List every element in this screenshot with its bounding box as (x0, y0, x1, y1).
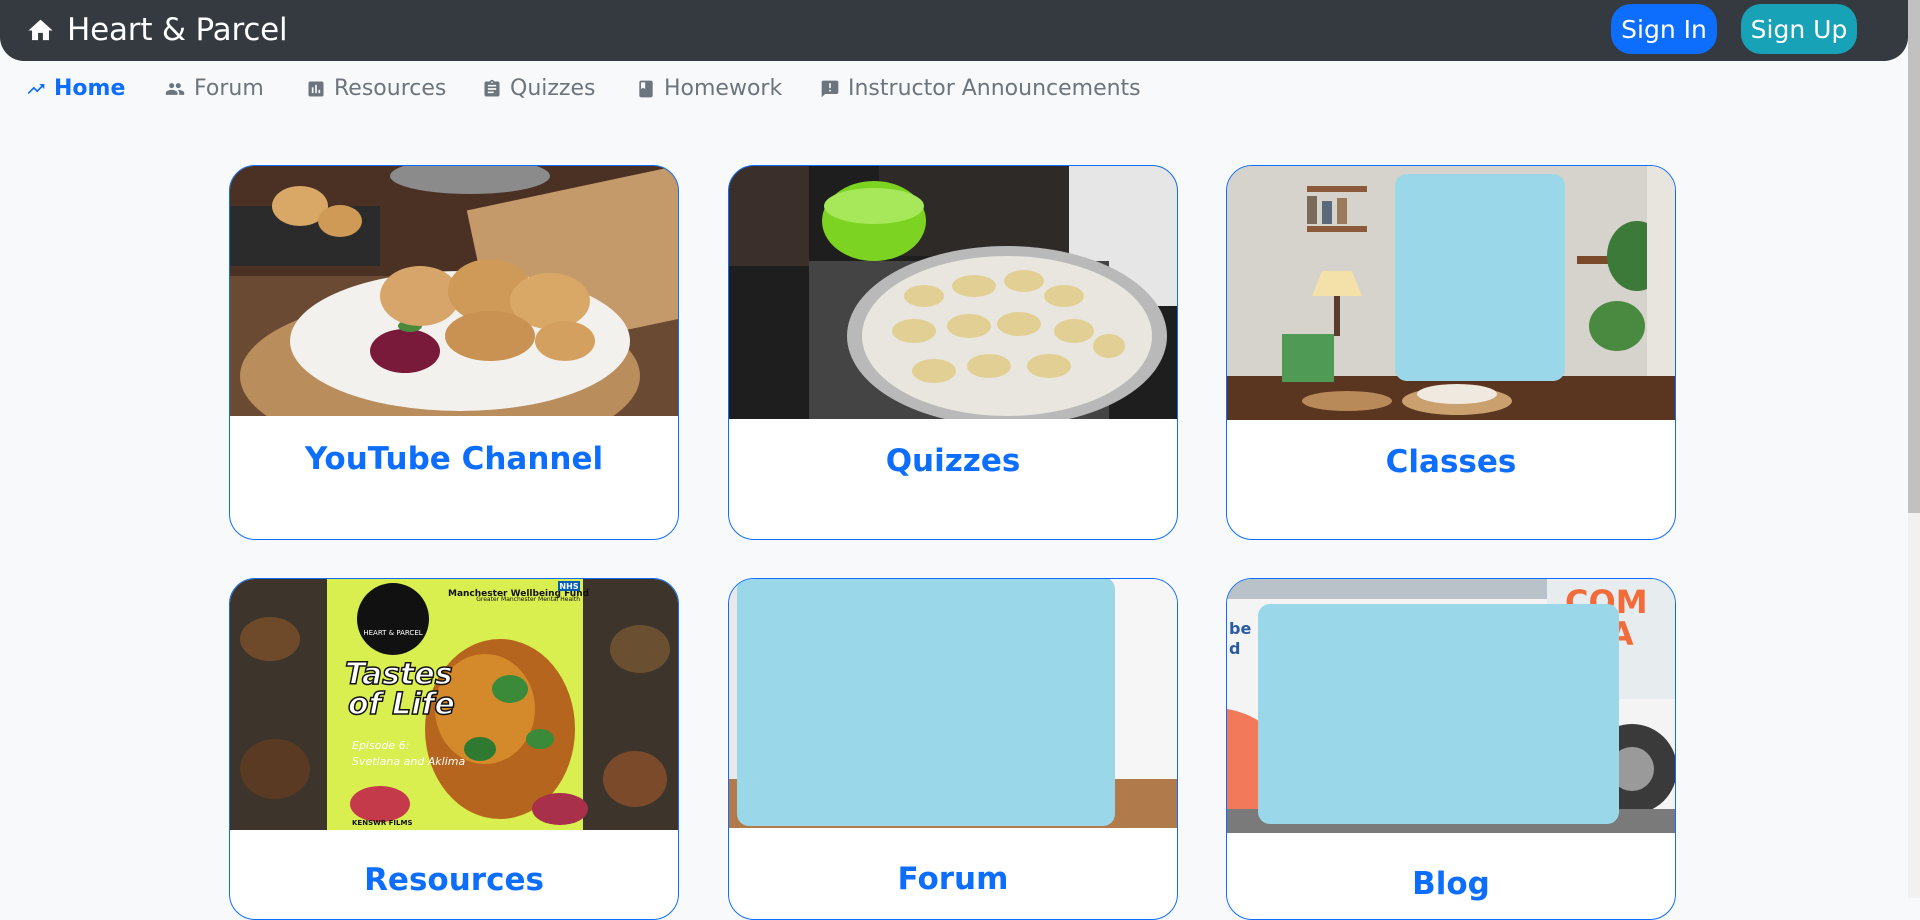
card-title: Resources (364, 862, 544, 898)
brand[interactable]: Heart & Parcel (26, 12, 288, 48)
trending-up-icon (27, 83, 45, 94)
redacted-image-region (1395, 174, 1565, 381)
card-title: Classes (1385, 444, 1517, 480)
card-title: Forum (897, 861, 1009, 897)
home-icon (28, 19, 53, 40)
card-blog[interactable]: COM PLA be d Blog (1226, 578, 1676, 920)
card-image-tastes-of-life-poster: HEART & PARCEL Manchester Wellbeing Fund… (230, 579, 678, 830)
people-icon (165, 82, 185, 95)
card-resources[interactable]: HEART & PARCEL Manchester Wellbeing Fund… (229, 578, 679, 920)
card-image-pastries (230, 166, 678, 416)
side-text-1: be (1229, 619, 1251, 638)
clipboard-icon (484, 79, 500, 96)
card-title: Blog (1412, 866, 1490, 902)
nav-item-label: Home (54, 76, 126, 101)
nav-item-instructor-announcements[interactable]: Instructor Announcements (820, 76, 1141, 101)
announcement-icon (821, 80, 839, 97)
book-icon (639, 80, 653, 97)
poster-nhs-logo: NHS (559, 582, 578, 591)
poster-episode: Episode 6: (352, 739, 409, 752)
side-text-2: d (1229, 639, 1240, 658)
redacted-image-region (1258, 604, 1619, 824)
card-classes[interactable]: Classes (1226, 165, 1676, 540)
nav-item-label: Homework (664, 76, 783, 101)
poster-small-text: HEART & PARCEL (363, 629, 422, 637)
card-quizzes[interactable]: Quizzes (728, 165, 1178, 540)
card-youtube-channel[interactable]: YouTube Channel (229, 165, 679, 540)
brand-title: Heart & Parcel (67, 12, 288, 48)
sign-up-button[interactable]: Sign Up (1741, 4, 1857, 54)
poster-headline-2: of Life (348, 687, 455, 722)
nav-item-quizzes[interactable]: Quizzes (482, 76, 595, 101)
poster-credit: KENSWR FILMS (352, 819, 413, 827)
nav-item-home[interactable]: Home (26, 76, 125, 101)
card-forum[interactable]: Forum (728, 578, 1178, 920)
nav-item-forum[interactable]: Forum (164, 76, 264, 101)
redacted-image-region (737, 579, 1115, 826)
sign-in-button[interactable]: Sign In (1611, 4, 1717, 54)
top-navbar: Heart & Parcel Sign In Sign Up (0, 0, 1908, 61)
nav-item-resources[interactable]: Resources (306, 76, 446, 101)
card-title: YouTube Channel (304, 441, 604, 477)
nav-item-homework[interactable]: Homework (636, 76, 782, 101)
scrollbar-thumb[interactable] (1908, 0, 1920, 513)
poster-guests: Svetlana and Aklima (352, 755, 465, 768)
card-title: Quizzes (885, 443, 1021, 479)
poster-nhs-subtitle: Greater Manchester Mental Health (476, 596, 580, 603)
nav-item-label: Instructor Announcements (848, 76, 1141, 101)
nav-item-label: Quizzes (510, 76, 596, 101)
chart-icon (308, 81, 324, 96)
nav-item-label: Forum (194, 76, 264, 101)
card-image-dumplings (729, 166, 1177, 419)
nav-item-label: Resources (334, 76, 447, 101)
